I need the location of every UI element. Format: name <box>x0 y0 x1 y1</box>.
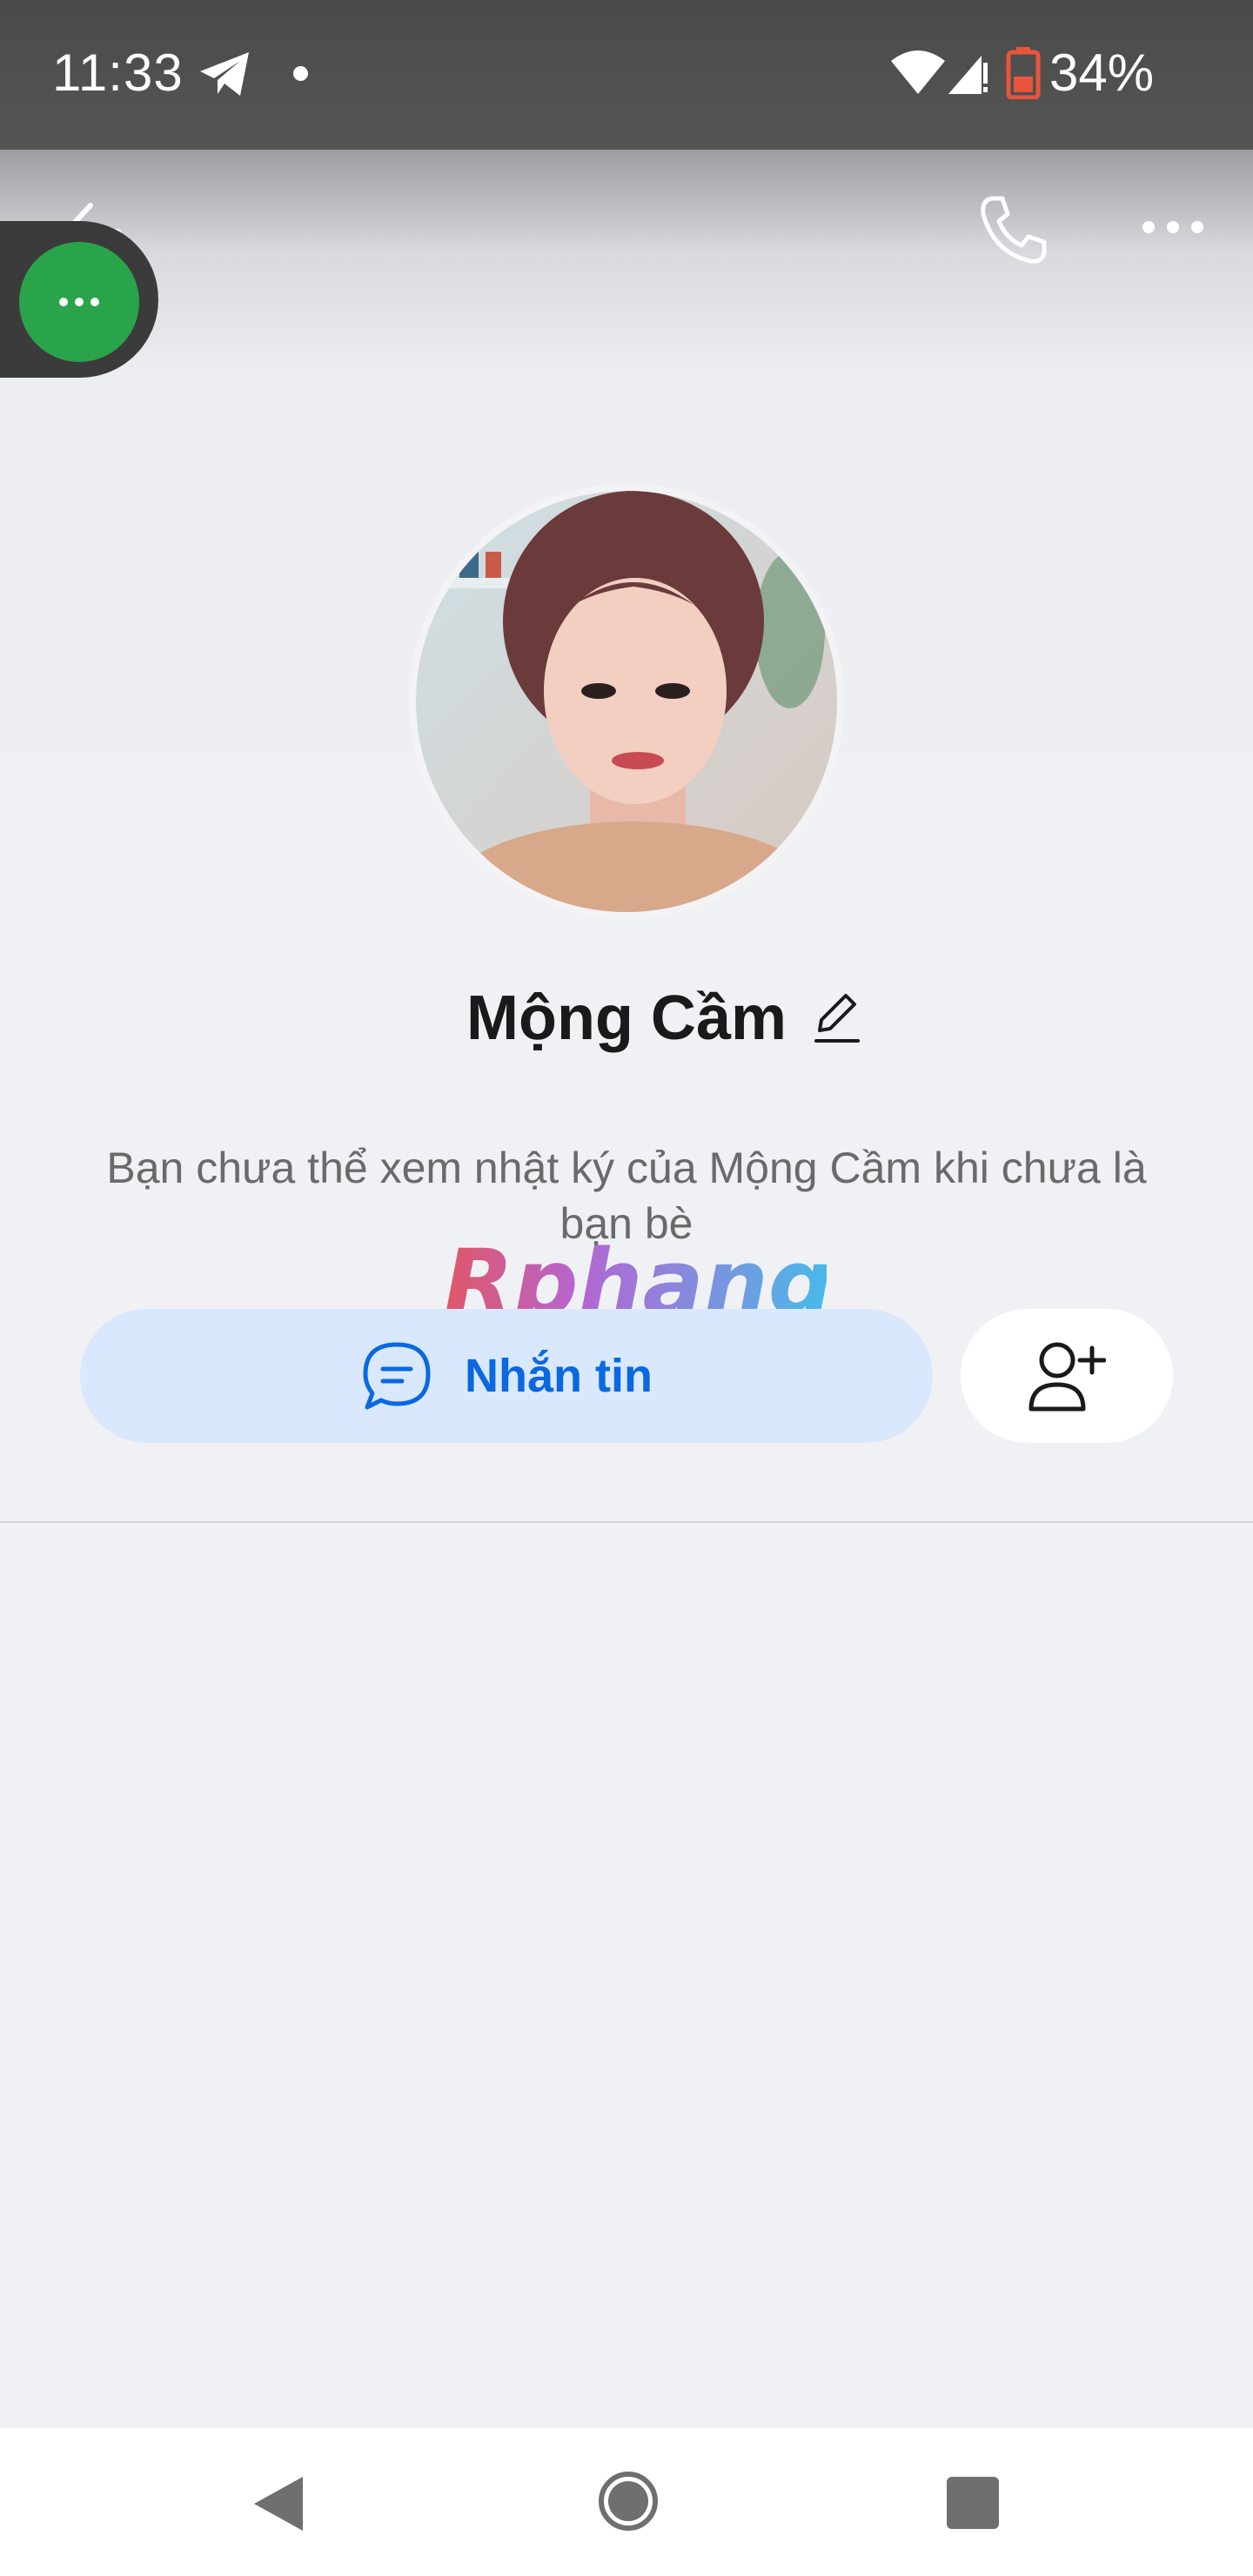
send-message-button[interactable]: Nhắn tin <box>80 1309 933 1443</box>
profile-name: Mộng Cầm <box>466 983 787 1053</box>
add-friend-button[interactable] <box>961 1309 1173 1443</box>
battery-icon <box>1006 47 1041 99</box>
status-time: 11:33 <box>52 44 184 102</box>
nav-back-icon[interactable] <box>252 2475 305 2532</box>
send-message-label: Nhắn tin <box>465 1350 653 1402</box>
avatar[interactable] <box>409 484 844 919</box>
more-options-icon[interactable] <box>1140 214 1206 240</box>
nav-home-icon[interactable] <box>597 2470 660 2532</box>
more-dots-icon[interactable] <box>19 242 139 362</box>
notification-dot-icon <box>293 66 308 81</box>
edit-pencil-icon[interactable] <box>813 990 861 1044</box>
nav-recents-icon[interactable] <box>947 2477 999 2529</box>
section-divider <box>0 1521 1253 1523</box>
battery-percent: 34% <box>1049 44 1155 102</box>
avatar-photo <box>416 491 837 912</box>
add-friend-icon <box>1029 1342 1106 1412</box>
signal-icon <box>948 56 988 94</box>
telegram-icon <box>200 52 249 96</box>
diary-restricted-notice: Bạn chưa thể xem nhật ký của Mộng Cầm kh… <box>106 1144 1147 1248</box>
chat-bubble-icon <box>363 1342 431 1410</box>
phone-call-icon[interactable] <box>976 193 1049 266</box>
status-bar: 11:33 34% <box>0 0 1253 150</box>
wifi-icon <box>891 50 945 94</box>
